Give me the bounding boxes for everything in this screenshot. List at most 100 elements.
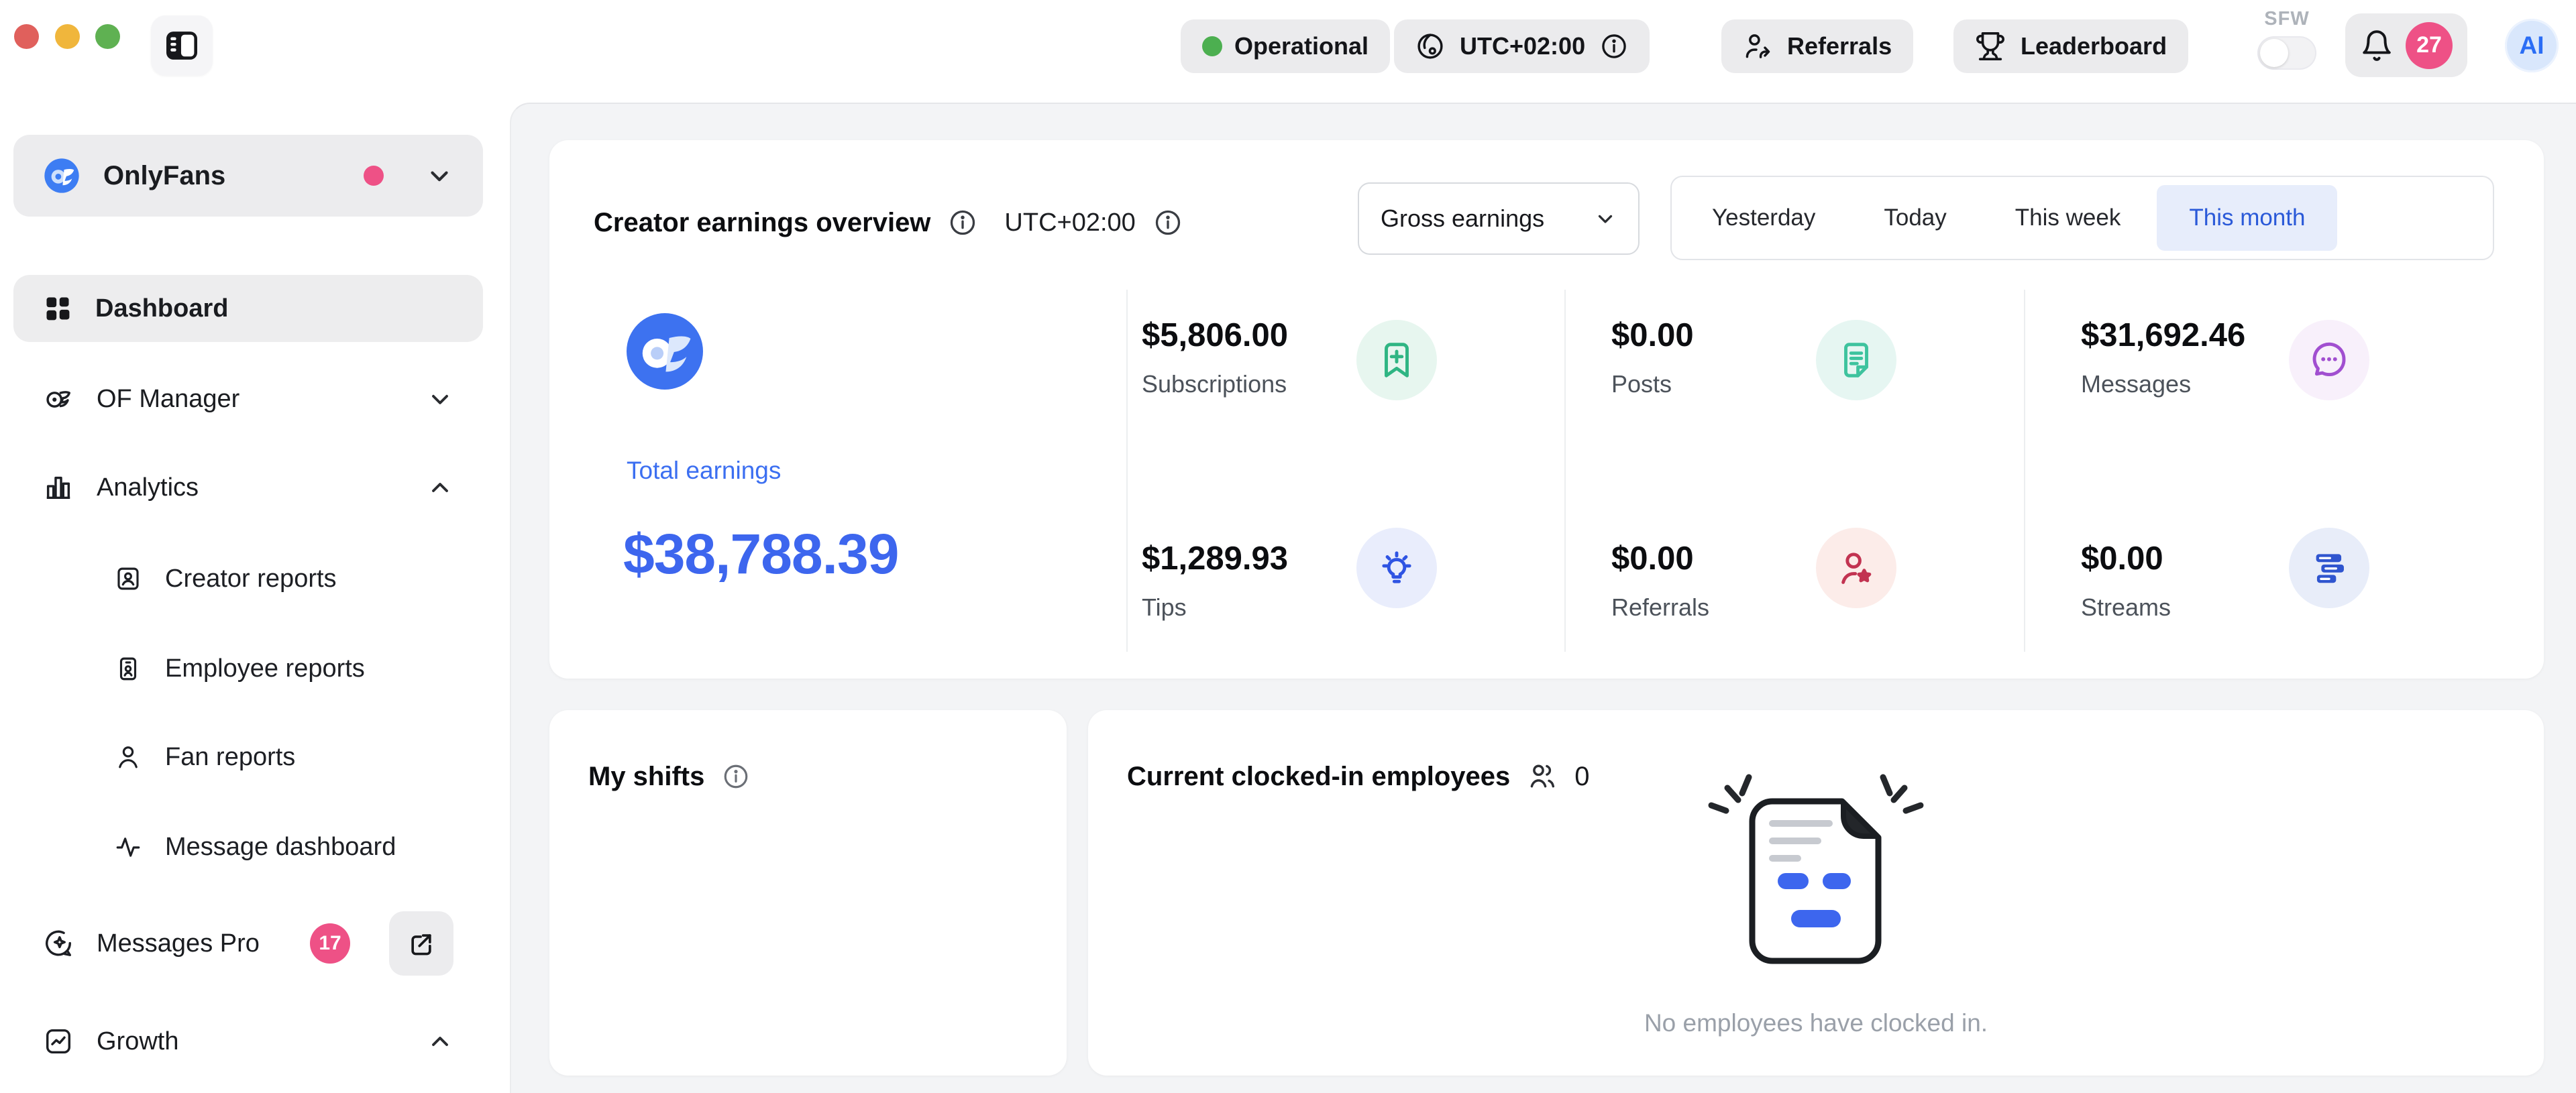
messages-icon-circle (2289, 320, 2369, 400)
stat-value: $31,692.46 (2081, 316, 2245, 355)
system-status-badge[interactable]: Operational (1181, 19, 1390, 73)
sfw-toggle[interactable] (2257, 36, 2316, 70)
posts-icon-circle (1816, 320, 1896, 400)
info-icon[interactable] (722, 762, 750, 791)
shifts-card-header: My shifts (588, 753, 750, 800)
referral-user-icon (1743, 32, 1772, 61)
messages-pro-external-link-button[interactable] (389, 911, 453, 976)
sidebar-item-label: Analytics (97, 473, 199, 502)
sidebar-item-label: Creator reports (165, 565, 337, 593)
bell-icon (2360, 29, 2394, 62)
sidebar-item-creator-reports[interactable]: Creator reports (13, 548, 483, 610)
sidebar-item-label: Dashboard (95, 294, 228, 323)
maximize-window-button[interactable] (95, 24, 120, 49)
growth-chart-icon (43, 1026, 74, 1057)
stat-label: Referrals (1611, 593, 1709, 622)
chat-dots-icon (2308, 339, 2350, 381)
badge-id-icon (114, 654, 142, 683)
tab-yesterday[interactable]: Yesterday (1680, 185, 1847, 251)
sidebar-item-message-dashboard[interactable]: Message dashboard (13, 816, 483, 878)
sidebar-toggle-button[interactable] (151, 15, 213, 76)
minimize-window-button[interactable] (55, 24, 80, 49)
stat-label: Tips (1142, 593, 1288, 622)
chevron-down-icon (1594, 207, 1617, 230)
sidebar-item-label: Messages Pro (97, 929, 260, 958)
sidebar-item-of-manager[interactable]: OF Manager (13, 367, 483, 431)
sidebar-panel-icon (164, 30, 199, 61)
user-icon (114, 743, 142, 771)
clocked-in-card: Current clocked-in employees 0 (1088, 710, 2544, 1076)
clocked-in-card-header: Current clocked-in employees 0 (1127, 753, 1590, 800)
stat-value: $0.00 (2081, 539, 2171, 578)
workspace-name: OnlyFans (103, 161, 225, 191)
chat-sparkle-icon (43, 928, 74, 959)
streams-icon-circle (2289, 528, 2369, 608)
stat-value: $1,289.93 (1142, 539, 1288, 578)
info-icon (1600, 32, 1628, 60)
timezone-button[interactable]: UTC+02:00 (1394, 19, 1650, 73)
sidebar-item-employee-reports[interactable]: Employee reports (13, 638, 483, 699)
bar-chart-icon (43, 472, 74, 503)
workspace-switcher[interactable]: OnlyFans (13, 135, 483, 217)
trophy-icon (1975, 31, 2006, 62)
sidebar-item-label: Fan reports (165, 743, 295, 772)
app-window: Operational UTC+02:00 Referrals Leaderbo… (0, 0, 2576, 1093)
sfw-toggle-group: SFW (2255, 8, 2318, 70)
of-manager-icon (43, 384, 74, 414)
stat-subscriptions: $5,806.00 Subscriptions (1142, 316, 1288, 399)
column-divider (1126, 290, 1128, 652)
stat-value: $0.00 (1611, 539, 1709, 578)
tab-this-week[interactable]: This week (1983, 185, 2153, 251)
referrals-label: Referrals (1787, 32, 1892, 60)
metric-select-dropdown[interactable]: Gross earnings (1358, 182, 1640, 255)
sidebar-item-dashboard[interactable]: Dashboard (13, 275, 483, 342)
my-shifts-card: My shifts (549, 710, 1067, 1076)
user-star-icon (1835, 547, 1877, 589)
lightbulb-icon (1376, 547, 1417, 589)
tab-today[interactable]: Today (1851, 185, 1978, 251)
avatar-initials: AI (2520, 32, 2544, 60)
info-icon[interactable] (1153, 208, 1183, 237)
sidebar-item-growth[interactable]: Growth (13, 1009, 483, 1074)
shifts-card-title: My shifts (588, 762, 704, 792)
chevron-down-icon (425, 162, 453, 190)
user-avatar[interactable]: AI (2505, 19, 2559, 72)
sidebar-item-messages-pro[interactable]: Messages Pro 17 (13, 907, 483, 980)
users-icon (1527, 762, 1557, 791)
tab-this-month[interactable]: This month (2157, 185, 2337, 251)
stat-messages: $31,692.46 Messages (2081, 316, 2245, 399)
sidebar-item-fan-reports[interactable]: Fan reports (13, 726, 483, 788)
leaderboard-button[interactable]: Leaderboard (1953, 19, 2188, 73)
onlyfans-logo-icon (43, 157, 80, 194)
notifications-button[interactable]: 27 (2345, 13, 2467, 77)
grid-icon (43, 294, 72, 323)
status-label: Operational (1234, 32, 1368, 60)
stat-label: Streams (2081, 593, 2171, 622)
stat-label: Posts (1611, 369, 1694, 399)
bookmark-plus-icon (1376, 339, 1417, 381)
messages-pro-count-badge: 17 (310, 923, 350, 964)
subscriptions-icon-circle (1356, 320, 1437, 400)
activity-pulse-icon (114, 833, 142, 861)
close-window-button[interactable] (14, 24, 39, 49)
chevron-up-icon (427, 474, 453, 501)
sidebar-item-label: OF Manager (97, 385, 239, 414)
sidebar-item-label: Message dashboard (165, 833, 396, 862)
chevron-up-icon (427, 1028, 453, 1055)
period-tab-group: Yesterday Today This week This month (1670, 176, 2494, 260)
leaderboard-label: Leaderboard (2021, 32, 2167, 60)
referrals-icon-circle (1816, 528, 1896, 608)
clocked-in-card-title: Current clocked-in employees (1127, 762, 1510, 792)
earnings-card-header: Creator earnings overview UTC+02:00 (594, 199, 1183, 246)
workspace-status-dot (364, 166, 384, 186)
referrals-button[interactable]: Referrals (1721, 19, 1913, 73)
status-dot-icon (1202, 36, 1222, 56)
info-icon[interactable] (948, 208, 977, 237)
streams-bars-icon (2308, 547, 2350, 589)
sidebar-item-analytics[interactable]: Analytics (13, 455, 483, 520)
empty-state-illustration (1702, 772, 1930, 986)
stat-value: $5,806.00 (1142, 316, 1288, 355)
sidebar-item-label: Growth (97, 1027, 178, 1056)
total-earnings-label: Total earnings (627, 457, 781, 485)
external-link-icon (407, 929, 436, 958)
